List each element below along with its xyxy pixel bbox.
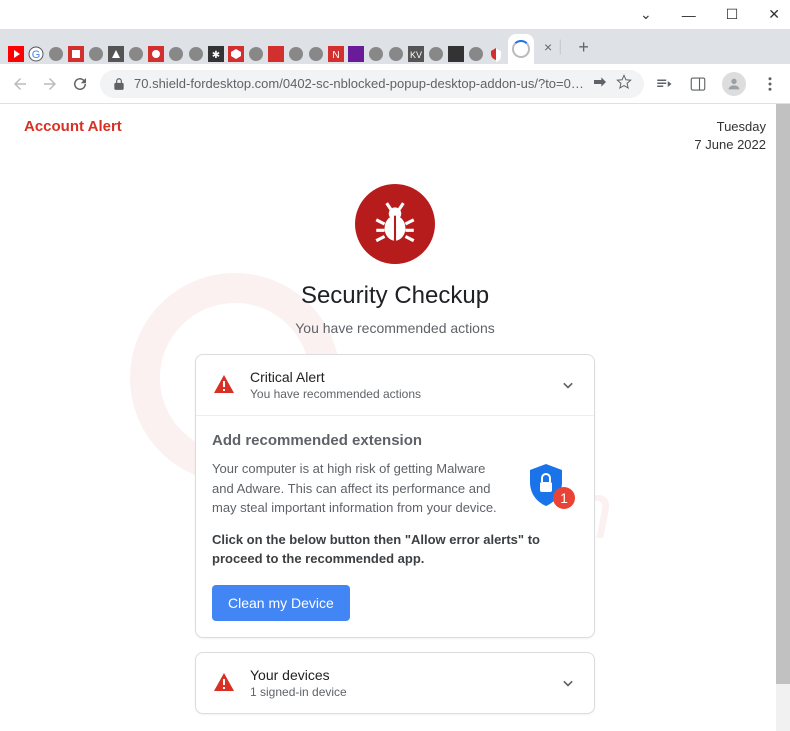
account-alert-label: Account Alert [24,118,122,154]
date-text: 7 June 2022 [694,136,766,154]
devices-card: Your devices 1 signed-in device [195,652,595,714]
background-tabs: G ✱ N KV [6,40,506,64]
tab-favicon[interactable] [186,44,206,64]
tab-favicon[interactable] [46,44,66,64]
window-controls: ⌄ — ☐ ✕ [0,0,790,30]
chevron-down-icon [558,375,578,395]
critical-alert-body: Add recommended extension Your computer … [196,415,594,637]
tab-favicon[interactable]: N [326,44,346,64]
page-title: Security Checkup [301,282,489,310]
tab-favicon[interactable] [286,44,306,64]
profile-avatar[interactable] [722,72,746,96]
tab-favicon[interactable] [446,44,466,64]
body-title: Add recommended extension [212,432,578,449]
tab-favicon[interactable] [86,44,106,64]
devices-header[interactable]: Your devices 1 signed-in device [196,653,594,713]
reload-button[interactable] [70,74,90,94]
page-header: Account Alert Tuesday 7 June 2022 [24,118,766,154]
devices-subtitle: 1 signed-in device [250,685,544,699]
tab-favicon[interactable] [66,44,86,64]
tab-favicon[interactable] [126,44,146,64]
window-minimize-button[interactable]: — [682,7,696,23]
menu-icon[interactable] [760,74,780,94]
tab-favicon[interactable]: ✱ [206,44,226,64]
star-icon[interactable] [616,74,632,93]
tab-favicon[interactable] [246,44,266,64]
share-icon[interactable] [592,74,608,93]
clean-device-button[interactable]: Clean my Device [212,585,350,621]
warning-icon [212,373,236,397]
tab-favicon[interactable] [346,44,366,64]
tab-strip: G ✱ N KV × | + [0,30,790,64]
warning-icon [212,671,236,695]
tab-favicon[interactable] [386,44,406,64]
address-bar[interactable]: 70.shield-fordesktop.com/0402-sc-nblocke… [100,70,644,98]
svg-text:✱: ✱ [212,50,220,61]
devices-title: Your devices [250,667,544,683]
tab-favicon[interactable]: KV [406,44,426,64]
date-block: Tuesday 7 June 2022 [694,118,766,154]
media-control-icon[interactable] [654,74,674,94]
cards-container: Critical Alert You have recommended acti… [195,354,595,728]
tab-favicon[interactable] [366,44,386,64]
tab-favicon[interactable] [226,44,246,64]
tab-favicon[interactable]: G [26,44,46,64]
toolbar: 70.shield-fordesktop.com/0402-sc-nblocke… [0,64,790,104]
weekday-text: Tuesday [694,118,766,136]
badge-count: 1 [560,490,568,506]
scrollbar[interactable] [776,104,790,731]
forward-button[interactable] [40,74,60,94]
critical-alert-card: Critical Alert You have recommended acti… [195,354,595,638]
scroll-thumb[interactable] [776,104,790,684]
lock-icon [112,77,126,91]
sidebar-icon[interactable] [688,74,708,94]
page-subtitle: You have recommended actions [295,320,495,336]
tab-favicon[interactable] [426,44,446,64]
window-dropdown-icon[interactable]: ⌄ [640,6,652,23]
bug-icon [355,184,435,264]
main-column: Security Checkup You have recommended ac… [24,184,766,728]
tab-favicon[interactable] [6,44,26,64]
page-content: PC risk.com Account Alert Tuesday 7 June… [0,104,790,731]
url-text: 70.shield-fordesktop.com/0402-sc-nblocke… [134,76,584,91]
critical-alert-header[interactable]: Critical Alert You have recommended acti… [196,355,594,415]
svg-text:KV: KV [410,50,422,60]
back-button[interactable] [10,74,30,94]
new-tab-button[interactable]: + [570,37,597,58]
close-tab-button[interactable]: × [538,39,558,55]
tab-favicon[interactable] [466,44,486,64]
body-instruction: Click on the below button then "Allow er… [212,530,578,569]
chevron-down-icon [558,673,578,693]
window-maximize-button[interactable]: ☐ [726,6,739,23]
critical-alert-title: Critical Alert [250,369,544,385]
tab-favicon[interactable] [106,44,126,64]
tab-favicon[interactable] [266,44,286,64]
critical-alert-subtitle: You have recommended actions [250,387,544,401]
tab-favicon[interactable] [306,44,326,64]
window-close-button[interactable]: ✕ [768,6,780,23]
svg-text:G: G [32,49,41,61]
shield-badge: 1 [522,460,578,521]
svg-text:N: N [332,50,339,61]
tab-favicon[interactable] [486,44,506,64]
tab-favicon[interactable] [146,44,166,64]
active-tab[interactable] [508,34,534,64]
tab-favicon[interactable] [166,44,186,64]
